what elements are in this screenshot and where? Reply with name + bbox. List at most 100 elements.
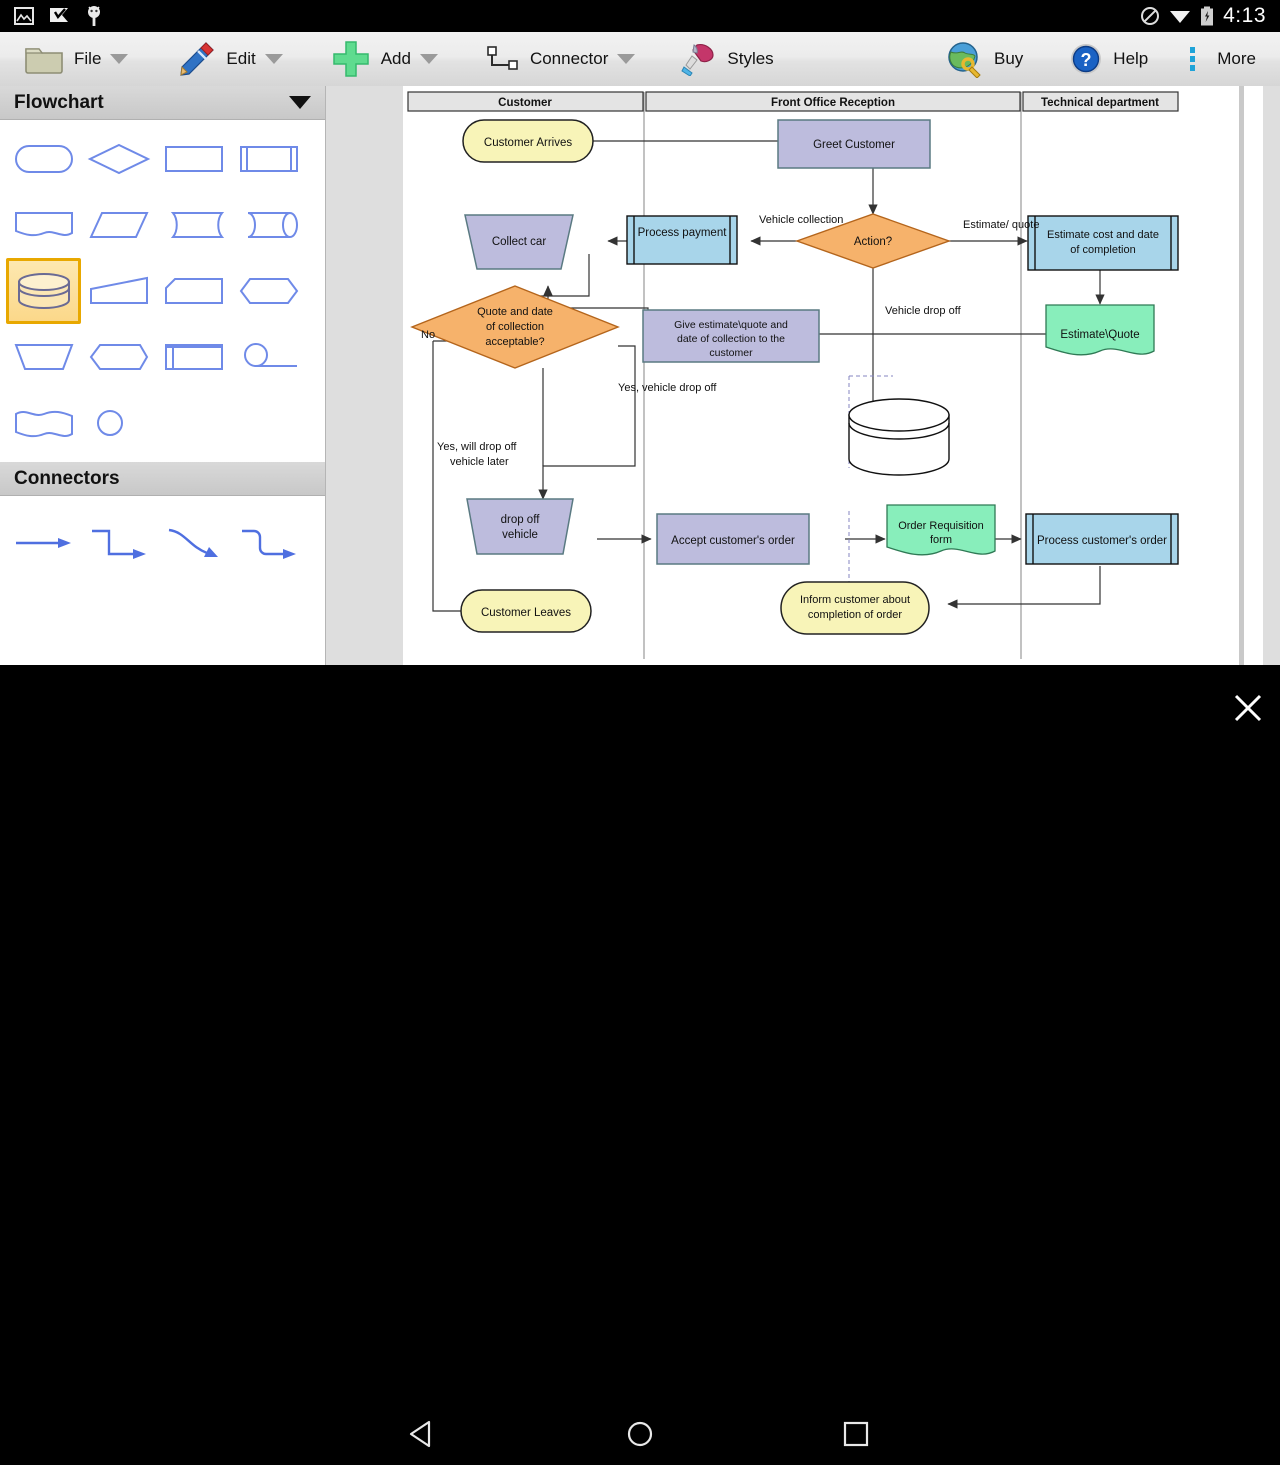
node-label: Estimate\Quote xyxy=(1060,329,1139,341)
gallery-icon xyxy=(14,7,34,25)
node-accept-order[interactable]: Accept customer's order xyxy=(657,514,809,564)
flowchart-shape-grid xyxy=(0,120,325,460)
ad-overlay xyxy=(0,665,1280,800)
toolbar-connector-button[interactable]: Connector xyxy=(476,32,645,86)
android-icon xyxy=(84,5,104,27)
node-label: drop off xyxy=(501,514,541,526)
shape-preparation-hexagon[interactable] xyxy=(81,324,156,390)
edge-yes-vehicle-dropoff xyxy=(543,346,635,499)
diagram-sheet[interactable]: Customer Front Office Reception Technica… xyxy=(403,86,1263,665)
shape-process-rect[interactable] xyxy=(156,126,231,192)
sidebar-group-title: Connectors xyxy=(14,468,120,490)
node-estimate-cost[interactable]: Estimate cost and date of completion xyxy=(1028,216,1178,270)
recents-button[interactable] xyxy=(838,1418,874,1455)
connector-step-arrow[interactable] xyxy=(81,510,156,576)
wifi-icon xyxy=(1169,7,1191,25)
flowchart-diagram[interactable]: Customer Front Office Reception Technica… xyxy=(403,86,1263,665)
toolbar-edit-button[interactable]: Edit xyxy=(166,32,292,86)
node-label-line2: vehicle xyxy=(502,529,538,541)
node-process-payment[interactable]: Process payment xyxy=(627,216,737,264)
toolbar-add-label: Add xyxy=(381,49,411,69)
shape-terminator[interactable] xyxy=(6,126,81,192)
node-greet-customer[interactable]: Greet Customer xyxy=(778,120,930,168)
shape-wave-document[interactable] xyxy=(6,390,81,456)
dnd-icon xyxy=(1140,6,1160,26)
flag-icon xyxy=(48,6,70,26)
node-process-order[interactable]: Process customer's order xyxy=(1026,514,1178,564)
lane-header-technical[interactable]: Technical department xyxy=(1023,92,1178,111)
node-customer-arrives[interactable]: Customer Arrives xyxy=(463,120,593,162)
node-label-line2: of collection xyxy=(486,321,544,333)
node-label-line2: form xyxy=(930,534,952,546)
close-icon[interactable] xyxy=(1226,686,1270,730)
node-label: Process customer's order xyxy=(1037,535,1167,547)
node-order-requisition[interactable]: Order Requisition form xyxy=(887,505,995,555)
svg-text:?: ? xyxy=(1081,50,1092,70)
sidebar-group-header-connectors[interactable]: Connectors xyxy=(0,462,325,496)
lane-title: Front Office Reception xyxy=(771,97,895,109)
shape-circle[interactable] xyxy=(81,390,156,456)
shape-document[interactable] xyxy=(6,192,81,258)
shape-decision-diamond[interactable] xyxy=(81,126,156,192)
node-collect-car[interactable]: Collect car xyxy=(465,215,573,269)
shape-connector-circle-tail[interactable] xyxy=(231,324,306,390)
android-navigation-bar xyxy=(0,1400,1280,1465)
chevron-down-icon xyxy=(617,54,635,64)
node-label: Process payment xyxy=(638,227,728,239)
toolbar-more-button[interactable]: More xyxy=(1180,32,1266,86)
lane-header-customer[interactable]: Customer xyxy=(408,92,643,111)
node-estimate-quote-doc[interactable]: Estimate\Quote xyxy=(1046,305,1154,355)
edge-process-to-inform xyxy=(948,566,1100,604)
node-give-estimate[interactable]: Give estimate\quote and date of collecti… xyxy=(643,310,819,362)
connector-straight-arrow[interactable] xyxy=(6,510,81,576)
shape-manual-operation[interactable] xyxy=(6,324,81,390)
diagram-canvas-area[interactable]: Customer Front Office Reception Technica… xyxy=(326,86,1280,665)
shape-direct-data[interactable] xyxy=(156,192,231,258)
node-inform-customer[interactable]: Inform customer about completion of orde… xyxy=(781,582,929,634)
back-button[interactable] xyxy=(405,1418,441,1455)
toolbar-styles-label: Styles xyxy=(727,49,773,69)
node-database[interactable] xyxy=(849,399,949,475)
pencil-icon xyxy=(176,41,216,77)
toolbar-file-button[interactable]: File xyxy=(14,32,138,86)
toolbar-buy-button[interactable]: Buy xyxy=(936,32,1033,86)
node-label: Customer Leaves xyxy=(481,607,571,619)
edge-label-vehicle-drop-off: Vehicle drop off xyxy=(885,305,962,317)
node-drop-off-vehicle[interactable]: drop off vehicle xyxy=(467,499,573,554)
shape-card[interactable] xyxy=(156,258,231,324)
lane-header-front-office[interactable]: Front Office Reception xyxy=(646,92,1020,111)
folder-icon xyxy=(24,43,64,75)
toolbar-add-button[interactable]: Add xyxy=(321,32,448,86)
shape-internal-storage[interactable] xyxy=(156,324,231,390)
paint-icon xyxy=(681,42,717,76)
shape-hexagon[interactable] xyxy=(231,258,306,324)
shape-database-disk[interactable] xyxy=(6,258,81,324)
shape-predefined-process[interactable] xyxy=(231,126,306,192)
toolbar-edit-label: Edit xyxy=(226,49,255,69)
connector-curved-arrow[interactable] xyxy=(156,510,231,576)
connector-icon xyxy=(486,45,520,73)
chevron-down-icon xyxy=(110,54,128,64)
shape-trapezoid-slanted[interactable] xyxy=(81,258,156,324)
edge-label-vehicle-collection: Vehicle collection xyxy=(759,214,843,226)
chevron-down-icon[interactable] xyxy=(289,96,311,109)
shape-stored-data-cylinder[interactable] xyxy=(231,192,306,258)
toolbar-help-button[interactable]: ? Help xyxy=(1059,32,1158,86)
node-customer-leaves[interactable]: Customer Leaves xyxy=(461,590,591,632)
node-label: Estimate cost and date xyxy=(1047,229,1159,241)
node-label: Order Requisition xyxy=(898,520,984,532)
shapes-sidebar: Flowchart xyxy=(0,86,326,665)
home-button[interactable] xyxy=(622,1418,658,1455)
android-screen: 4:13 File Edit Add xyxy=(0,0,1280,800)
node-label-line3: customer xyxy=(709,347,753,359)
plus-icon xyxy=(331,39,371,79)
node-label-line2: date of collection to the xyxy=(677,333,785,345)
toolbar-more-label: More xyxy=(1217,49,1256,69)
sidebar-group-header-flowchart[interactable]: Flowchart xyxy=(0,86,325,120)
shape-data-parallelogram[interactable] xyxy=(81,192,156,258)
status-bar-system-icons: 4:13 xyxy=(1140,4,1280,28)
vertical-scrollbar[interactable] xyxy=(1239,86,1244,665)
toolbar-styles-button[interactable]: Styles xyxy=(671,32,783,86)
connector-rounded-step-arrow[interactable] xyxy=(231,510,306,576)
node-quote-decision[interactable]: Quote and date of collection acceptable? xyxy=(412,286,618,368)
